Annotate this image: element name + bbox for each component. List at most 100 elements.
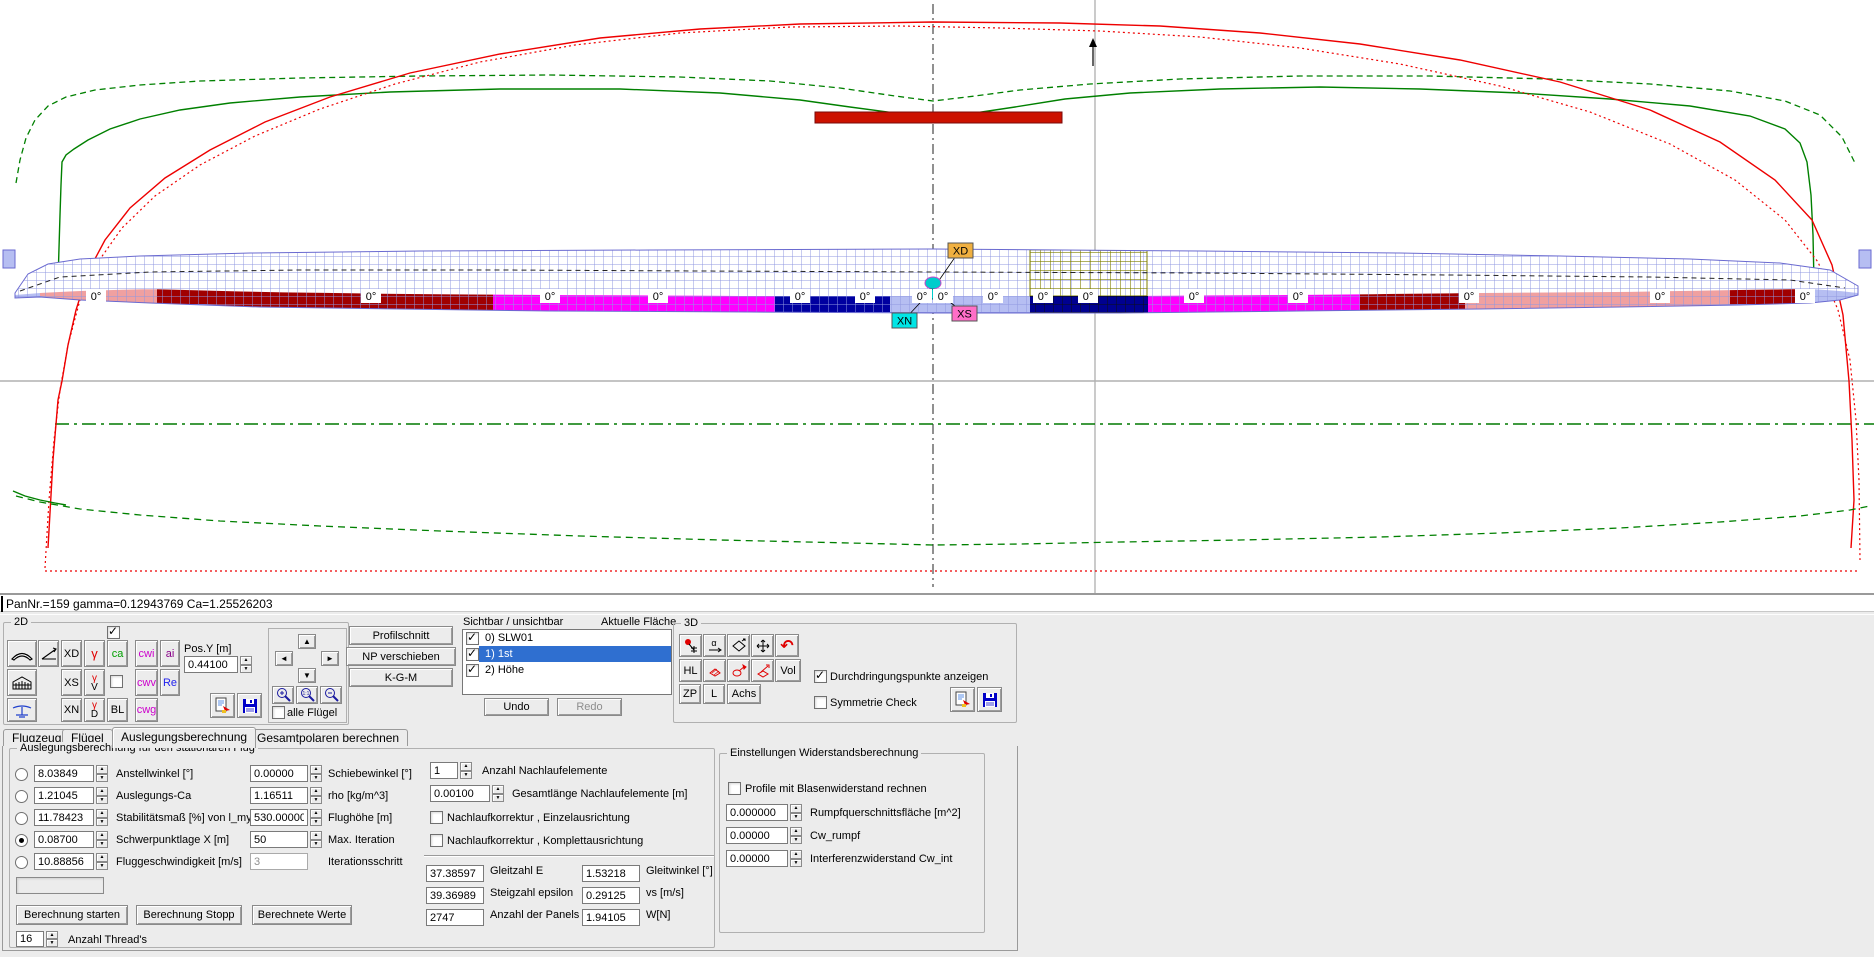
blasenwiderstand-checkbox[interactable]: [728, 782, 741, 795]
pan-left-button[interactable]: ◄: [275, 651, 293, 666]
zoom-out-button[interactable]: [320, 686, 342, 704]
durchdringung-checkbox[interactable]: [814, 668, 827, 683]
schiebewinkel-spinner[interactable]: ▲ ▼: [310, 765, 322, 782]
cw-rumpf-input[interactable]: [726, 827, 788, 844]
bl-button[interactable]: BL: [107, 698, 128, 722]
flughoehe-spinner[interactable]: ▲ ▼: [310, 809, 322, 826]
interferenz-input[interactable]: [726, 850, 788, 867]
paint-panels-button[interactable]: [679, 634, 702, 657]
interferenz-spinner[interactable]: ▲ ▼: [790, 850, 802, 867]
view-planform-button[interactable]: [7, 640, 37, 667]
pos-y-spinner[interactable]: ▲ ▼: [240, 656, 252, 673]
anstellwinkel-input[interactable]: [34, 765, 94, 782]
gesamtlaenge-input[interactable]: [430, 785, 490, 802]
red-arrow-panel-button[interactable]: [751, 659, 774, 682]
export-2d-button[interactable]: [210, 693, 235, 718]
export-3d-button[interactable]: [950, 687, 975, 712]
xn-button[interactable]: XN: [61, 698, 82, 722]
berechnung-stopp-button[interactable]: Berechnung Stopp: [136, 905, 242, 925]
zp-button[interactable]: ZP: [679, 684, 701, 704]
ca-button[interactable]: ca: [107, 640, 128, 667]
view-3d-grid-button[interactable]: [7, 669, 37, 696]
max-iteration-spinner[interactable]: ▲ ▼: [310, 831, 322, 848]
hl-button[interactable]: HL: [679, 659, 702, 682]
zoom-in-button[interactable]: [272, 686, 294, 704]
alle-fluegel-checkbox[interactable]: [272, 706, 285, 719]
red-pen-button[interactable]: [727, 659, 750, 682]
kgm-button[interactable]: K-G-M: [349, 668, 453, 687]
surface-list[interactable]: 0) SLW01 1) 1st 2) Höhe: [462, 629, 672, 695]
berechnung-starten-button[interactable]: Berechnung starten: [16, 905, 128, 925]
move-view-button[interactable]: [751, 634, 774, 657]
pan-down-button[interactable]: ▼: [298, 668, 316, 683]
anstellwinkel-spinner[interactable]: ▲ ▼: [96, 765, 108, 782]
stabilitaetsmass-input[interactable]: [34, 809, 94, 826]
nachlauf-komplett-checkbox[interactable]: [430, 834, 443, 847]
2d-mid-checkbox[interactable]: [110, 675, 123, 688]
schiebewinkel-input[interactable]: [250, 765, 308, 782]
cwv-button[interactable]: cwv: [135, 669, 158, 696]
symmetrie-checkbox[interactable]: [814, 696, 827, 709]
flughoehe-input[interactable]: [250, 809, 308, 826]
radio-stabilitaetsmass[interactable]: [15, 812, 28, 825]
schwerpunktlage-input[interactable]: [34, 831, 94, 848]
achs-button[interactable]: Achs: [727, 684, 761, 704]
berechnete-werte-button[interactable]: Berechnete Werte: [252, 905, 352, 925]
2d-top-checkbox[interactable]: [107, 624, 120, 639]
pan-right-button[interactable]: ►: [321, 651, 339, 666]
gamma-d-button[interactable]: γD: [84, 698, 105, 722]
radio-anstellwinkel[interactable]: [15, 768, 28, 781]
wing-plot-canvas[interactable]: XD XS XN 0° 0° 0° 0° 0° 0° 0° 0° 0° 0° 0° 0° 0° 0° 0° 0°: [0, 0, 1874, 593]
max-iteration-input[interactable]: [250, 831, 308, 848]
surface-2-checkbox[interactable]: [466, 662, 479, 677]
view-dihedral-button[interactable]: [38, 640, 59, 667]
profilschnitt-button[interactable]: Profilschnitt: [349, 626, 453, 645]
surface-1-checkbox[interactable]: [466, 646, 479, 661]
save-3d-button[interactable]: [977, 687, 1002, 712]
surface-list-item[interactable]: 1) 1st: [463, 646, 671, 662]
gesamtlaenge-spinner[interactable]: ▲ ▼: [492, 785, 504, 802]
zoom-reset-button[interactable]: 1:1: [296, 686, 318, 704]
nachlauf-einzel-checkbox[interactable]: [430, 811, 443, 824]
nachlaufelemente-spinner[interactable]: ▲ ▼: [460, 762, 472, 779]
gamma-button[interactable]: γ: [84, 640, 105, 667]
reset-view-button[interactable]: ↶: [775, 634, 799, 657]
xd-button[interactable]: XD: [61, 640, 82, 667]
auslegungs-ca-spinner[interactable]: ▲ ▼: [96, 787, 108, 804]
cw-rumpf-spinner[interactable]: ▲ ▼: [790, 827, 802, 844]
radio-auslegungs-ca[interactable]: [15, 790, 28, 803]
fluggeschwindigkeit-spinner[interactable]: ▲ ▼: [96, 853, 108, 870]
threads-input[interactable]: [16, 931, 44, 947]
tab-auslegungsberechnung[interactable]: Auslegungsberechnung: [112, 727, 257, 748]
save-2d-button[interactable]: [237, 693, 262, 718]
fluggeschwindigkeit-input[interactable]: [34, 853, 94, 870]
stabilitaetsmass-spinner[interactable]: ▲ ▼: [96, 809, 108, 826]
vol-button[interactable]: Vol: [775, 659, 801, 682]
cwi-button[interactable]: cwi: [135, 640, 158, 667]
nachlaufelemente-input[interactable]: [430, 762, 458, 779]
surface-list-item[interactable]: 2) Höhe: [463, 662, 671, 678]
redo-button[interactable]: Redo: [557, 698, 622, 716]
rho-input[interactable]: [250, 787, 308, 804]
surface-0-checkbox[interactable]: [466, 630, 479, 645]
rumpfquerschnitt-spinner[interactable]: ▲ ▼: [790, 804, 802, 821]
re-button[interactable]: Re: [160, 669, 180, 696]
radio-fluggeschwindigkeit[interactable]: [15, 856, 28, 869]
rumpfquerschnitt-input[interactable]: [726, 804, 788, 821]
panel-view-button[interactable]: [727, 634, 750, 657]
view-front-button[interactable]: [7, 698, 37, 722]
xs-button[interactable]: XS: [61, 669, 82, 696]
alpha-view-button[interactable]: α: [703, 634, 726, 657]
tab-gesamtpolaren[interactable]: Gesamtpolaren berechnen: [248, 729, 409, 747]
auslegungs-ca-input[interactable]: [34, 787, 94, 804]
undo-button[interactable]: Undo: [484, 698, 549, 716]
l-button[interactable]: L: [703, 684, 725, 704]
radio-schwerpunktlage[interactable]: [15, 834, 28, 847]
pos-y-input[interactable]: [184, 656, 238, 673]
threads-spinner[interactable]: ▲ ▼: [46, 931, 58, 947]
red-surface-button[interactable]: [703, 659, 726, 682]
cwg-button[interactable]: cwg: [135, 698, 158, 722]
pan-up-button[interactable]: ▲: [298, 634, 316, 649]
surface-list-item[interactable]: 0) SLW01: [463, 630, 671, 646]
schwerpunktlage-spinner[interactable]: ▲ ▼: [96, 831, 108, 848]
